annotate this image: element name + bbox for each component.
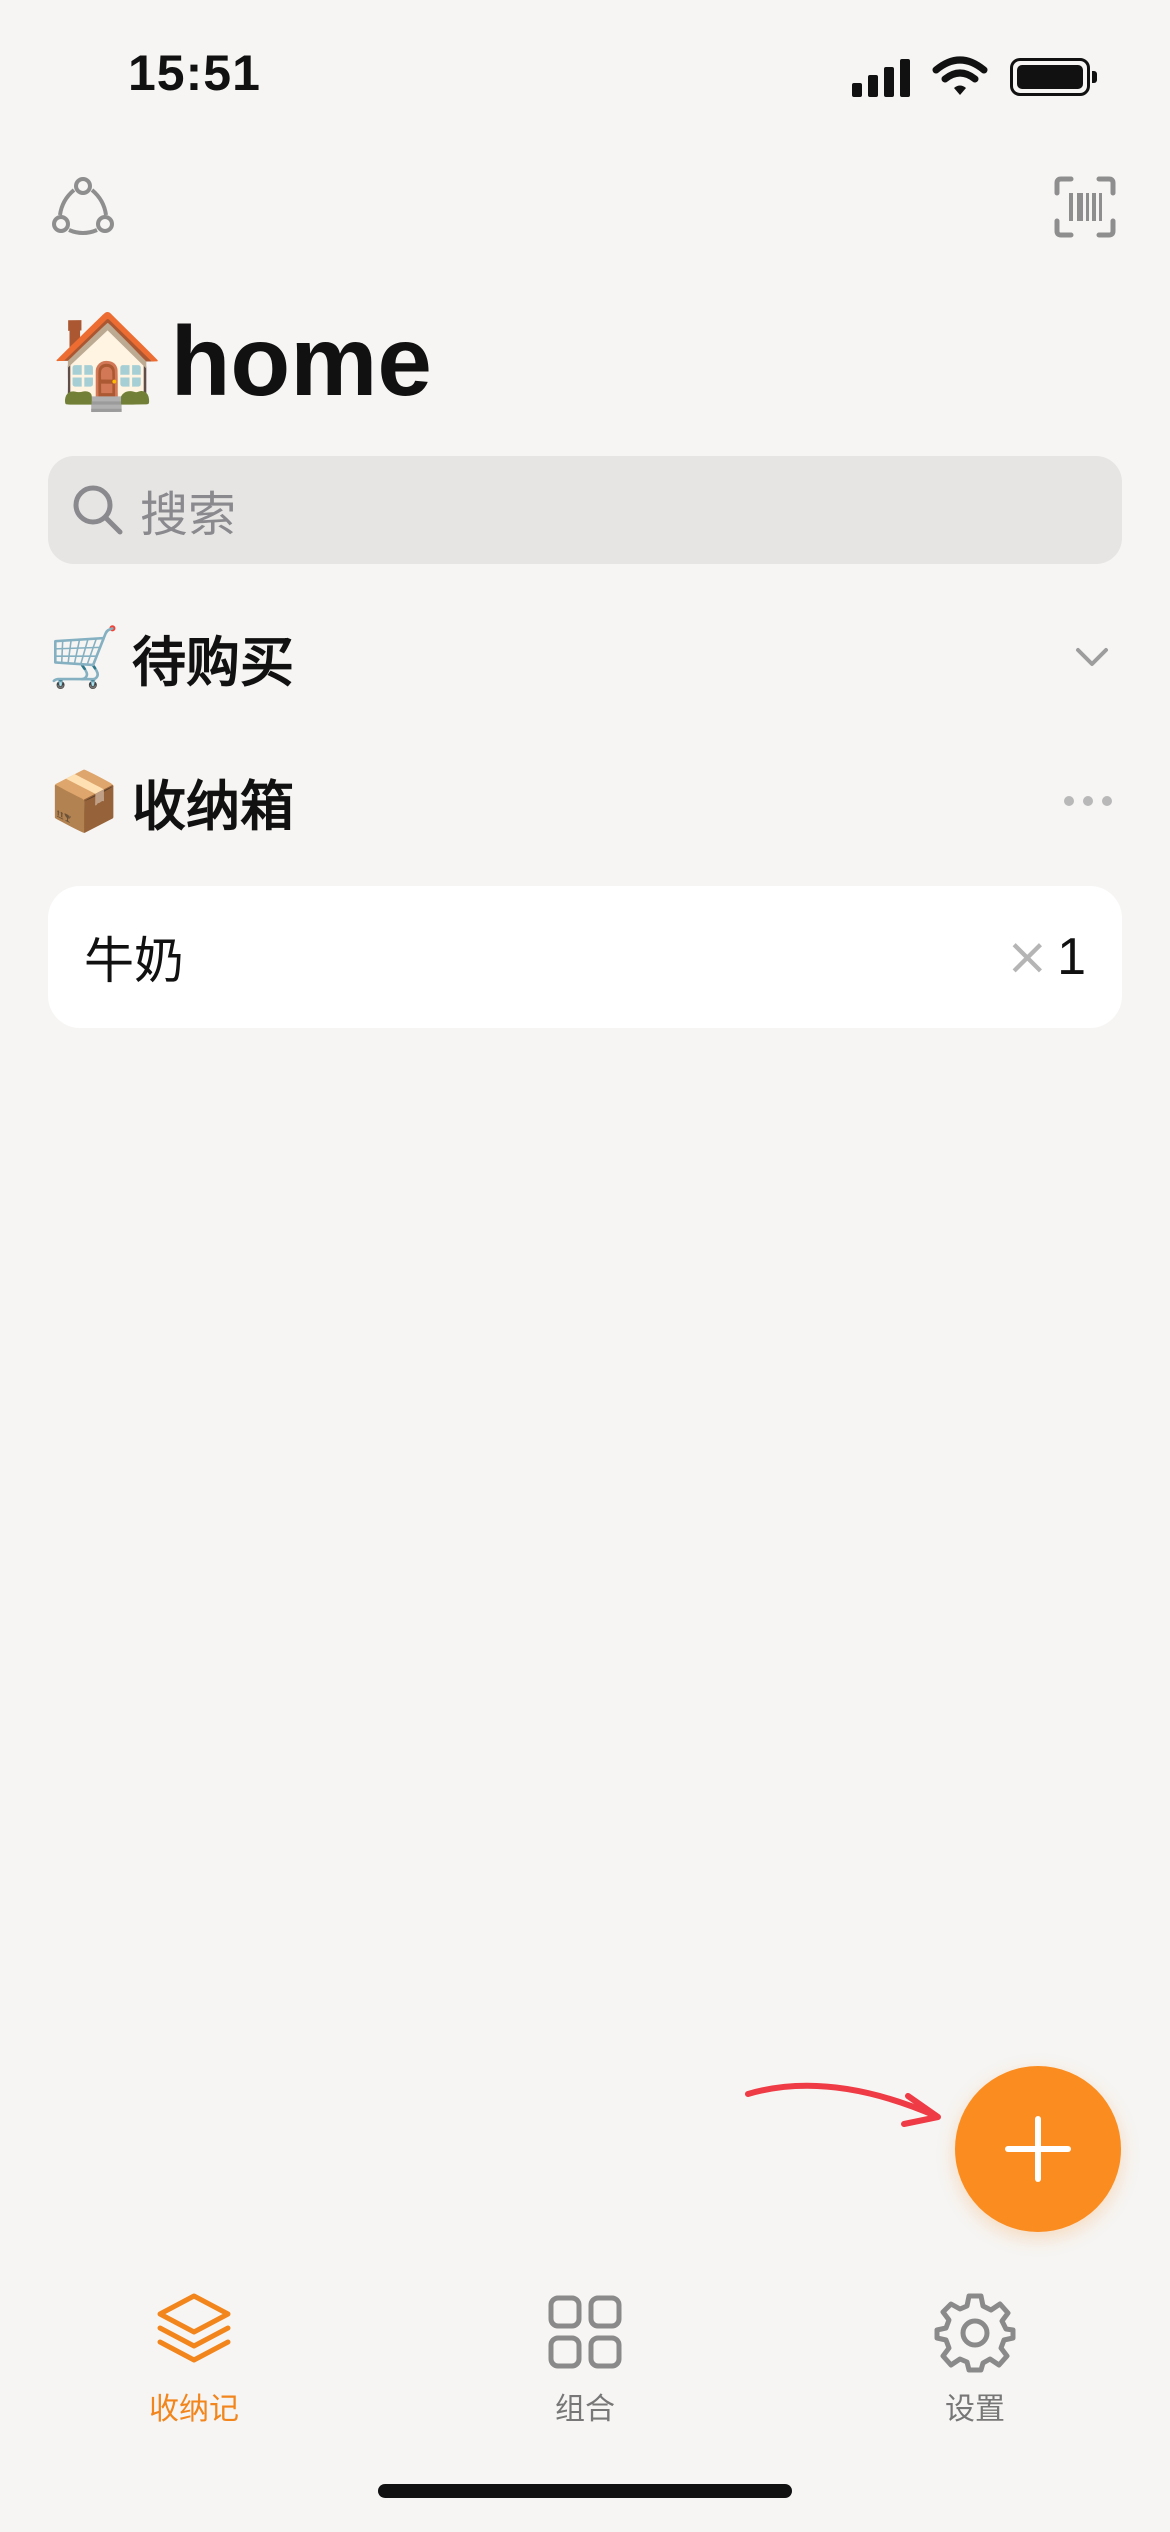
- tab-settings[interactable]: 设置: [855, 2290, 1095, 2428]
- section-storage-box[interactable]: 📦 收纳箱: [48, 756, 1122, 846]
- tab-bar: 收纳记 组合 设置: [0, 2290, 1170, 2450]
- shopping-cart-icon: 🛒: [48, 622, 121, 691]
- tab-storage-notes[interactable]: 收纳记: [74, 2290, 314, 2428]
- multiply-icon: ×: [1005, 927, 1050, 987]
- search-input[interactable]: 搜索: [48, 456, 1122, 564]
- chevron-down-icon[interactable]: [1072, 637, 1112, 677]
- home-indicator: [378, 2484, 792, 2498]
- list-item[interactable]: 牛奶 × 1: [48, 886, 1122, 1028]
- section-to-buy[interactable]: 🛒 待购买: [48, 612, 1122, 702]
- grid-icon: [548, 2295, 622, 2369]
- tab-label: 组合: [555, 2392, 615, 2427]
- quantity-value: 1: [1057, 928, 1086, 986]
- status-icons: [852, 56, 1097, 98]
- house-icon: 🏠: [50, 310, 165, 412]
- section-title-to-buy: 待购买: [132, 630, 294, 694]
- plus-icon: [1005, 2116, 1071, 2182]
- stack-layers-icon: [157, 2293, 231, 2363]
- more-icon[interactable]: [1064, 796, 1112, 806]
- status-bar: 15:51: [0, 0, 1170, 150]
- barcode-scan-icon[interactable]: [1050, 172, 1120, 242]
- tab-label: 收纳记: [149, 2392, 239, 2427]
- item-quantity: × 1: [1006, 927, 1087, 987]
- annotation-arrow: [745, 2082, 941, 2127]
- tab-label: 设置: [945, 2392, 1005, 2427]
- status-time: 15:51: [128, 45, 261, 101]
- search-placeholder: 搜索: [140, 487, 237, 543]
- package-icon: 📦: [48, 766, 121, 835]
- gear-icon: [934, 2293, 1016, 2373]
- cellular-signal-icon: [852, 57, 910, 97]
- section-title-storage-box: 收纳箱: [132, 774, 294, 838]
- battery-icon: [1010, 58, 1097, 96]
- wifi-icon: [932, 56, 988, 95]
- share-network-icon[interactable]: [48, 172, 118, 242]
- add-item-button[interactable]: [955, 2066, 1121, 2232]
- tab-combination[interactable]: 组合: [465, 2290, 705, 2428]
- page-title: 🏠 home: [50, 312, 432, 410]
- page-title-text: home: [170, 306, 432, 416]
- search-icon: [73, 485, 123, 535]
- item-name: 牛奶: [84, 932, 184, 990]
